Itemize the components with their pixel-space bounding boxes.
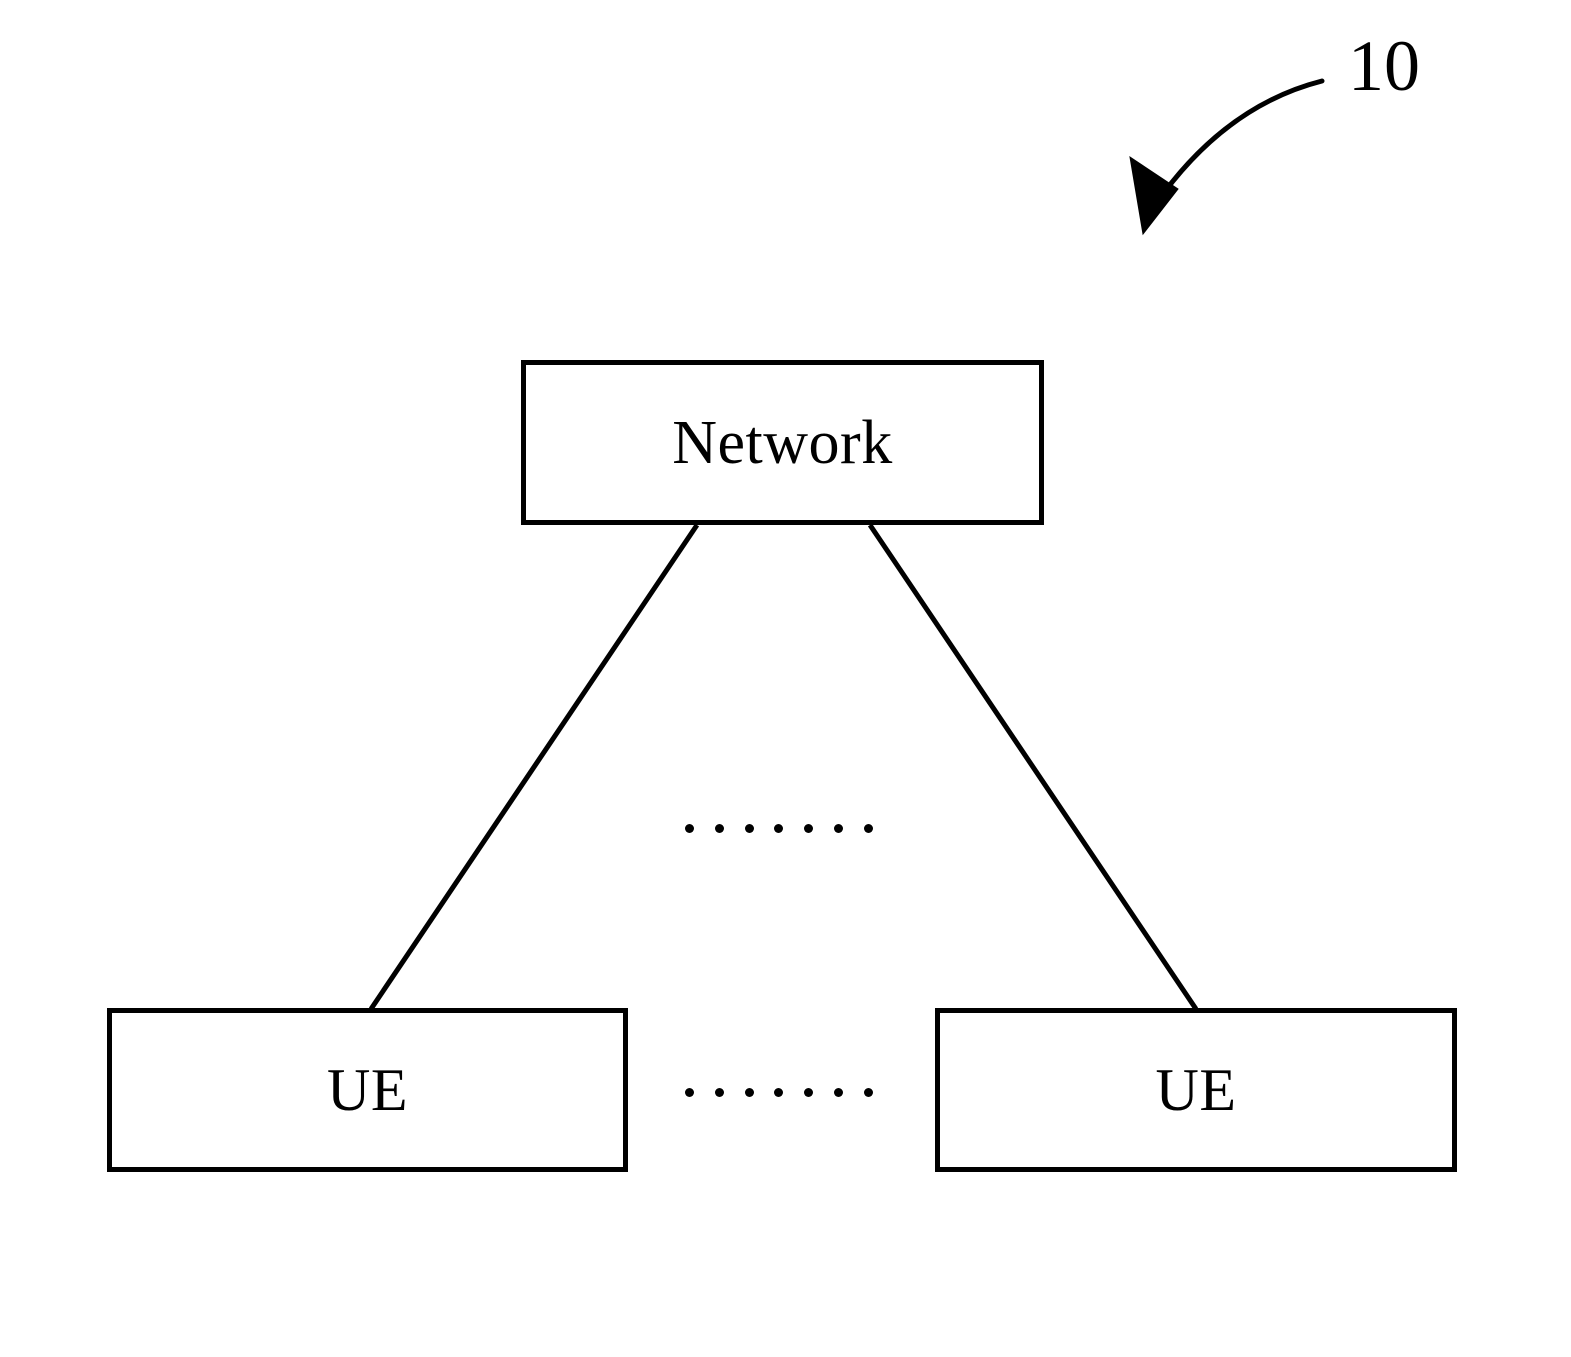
ue-node-right-label: UE [1155,1057,1237,1123]
ellipsis-lower [685,1086,873,1098]
ue-node-left: UE [107,1008,628,1172]
ellipsis-dot [685,1087,694,1097]
reference-numeral-10: 10 [1348,26,1420,106]
reference-leader-curve [1152,78,1325,208]
ellipsis-dot [804,1087,814,1097]
ellipsis-dot [744,823,754,833]
network-node: Network [521,360,1044,525]
ue-node-right: UE [935,1008,1457,1172]
ellipsis-dot [685,823,694,833]
ellipsis-dot [714,1087,724,1097]
patent-figure: Network UE UE 10 [0,0,1571,1357]
ellipsis-dot [863,823,873,833]
ellipsis-dot [774,823,784,833]
ellipsis-dot [834,823,844,833]
ellipsis-dot [804,823,814,833]
connector-network-to-ue-left [368,523,700,1011]
connector-network-to-ue-right [867,523,1199,1011]
ellipsis-dot [863,1087,873,1097]
ellipsis-dot [834,1087,844,1097]
reference-leader-arrowhead [1129,155,1179,236]
ue-node-left-label: UE [327,1057,408,1123]
ellipsis-upper [685,822,873,834]
ellipsis-dot [744,1087,754,1097]
network-node-label: Network [672,408,893,477]
ellipsis-dot [714,823,724,833]
ellipsis-dot [774,1087,784,1097]
